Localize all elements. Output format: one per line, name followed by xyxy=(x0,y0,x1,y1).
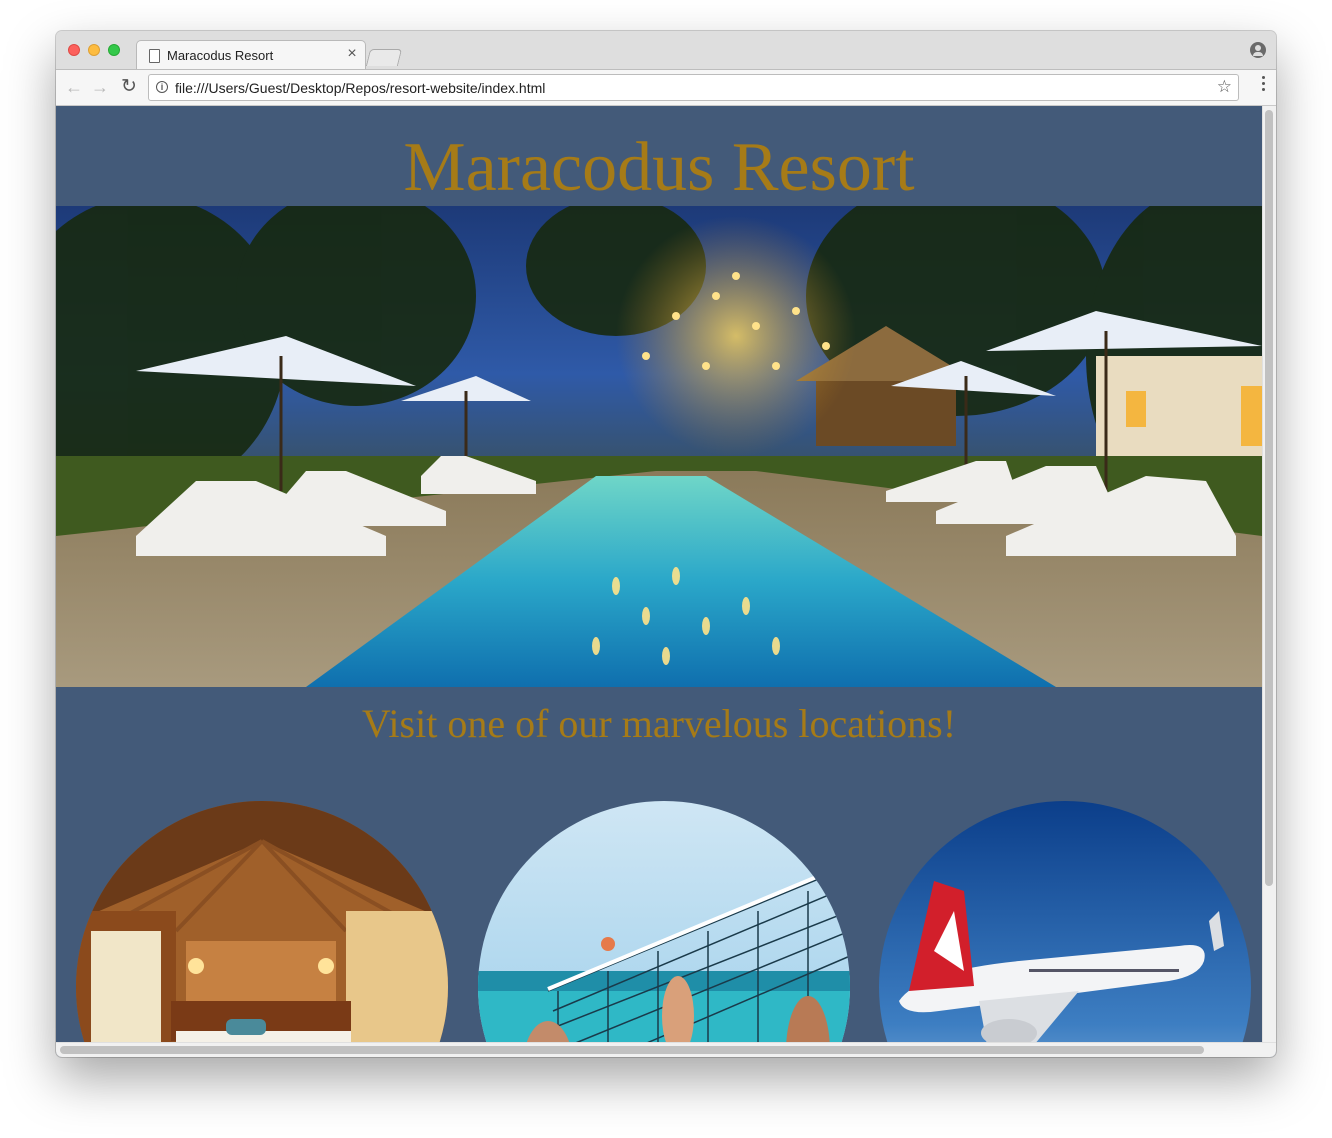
page-title: Maracodus Resort xyxy=(403,129,915,206)
browser-toolbar: ← → ↻ i file:///Users/Guest/Desktop/Repo… xyxy=(56,69,1276,106)
window-maximize-button[interactable] xyxy=(108,44,120,56)
url-text[interactable]: file:///Users/Guest/Desktop/Repos/resort… xyxy=(175,80,545,96)
reload-icon[interactable]: ↻ xyxy=(119,77,139,97)
page-viewport: Maracodus Resort Visit one of our marvel… xyxy=(56,106,1276,1057)
tab-title: Maracodus Resort xyxy=(167,48,274,63)
window-minimize-button[interactable] xyxy=(88,44,100,56)
arrow-right-icon[interactable]: → xyxy=(90,77,110,97)
vertical-scrollbar-thumb[interactable] xyxy=(1265,110,1273,886)
hero-image xyxy=(56,206,1262,687)
horizontal-scrollbar[interactable] xyxy=(56,1042,1276,1057)
profile-icon[interactable] xyxy=(1250,42,1266,58)
tagline: Visit one of our marvelous locations! xyxy=(361,701,957,746)
document-icon xyxy=(149,49,160,63)
arrow-left-icon[interactable]: ← xyxy=(64,77,84,97)
location-airplane-image[interactable] xyxy=(879,801,1251,1057)
browser-window: Maracodus Resort × ← → ↻ i file:///Users… xyxy=(56,31,1276,1057)
window-close-button[interactable] xyxy=(68,44,80,56)
location-beach-volleyball-image[interactable] xyxy=(478,801,850,1057)
tab-maracodus-resort[interactable]: Maracodus Resort × xyxy=(136,40,366,70)
more-menu-icon[interactable] xyxy=(1262,76,1266,94)
new-tab-button[interactable] xyxy=(365,49,403,66)
vertical-scrollbar[interactable] xyxy=(1262,106,1276,1042)
star-icon[interactable]: ☆ xyxy=(1217,77,1232,97)
address-bar[interactable]: i file:///Users/Guest/Desktop/Repos/reso… xyxy=(148,74,1239,101)
tab-strip: Maracodus Resort × xyxy=(56,31,1276,70)
horizontal-scrollbar-thumb[interactable] xyxy=(60,1046,1204,1054)
location-bedroom-image[interactable] xyxy=(76,801,448,1057)
tab-close-button[interactable]: × xyxy=(345,45,359,63)
info-icon[interactable]: i xyxy=(156,81,168,93)
